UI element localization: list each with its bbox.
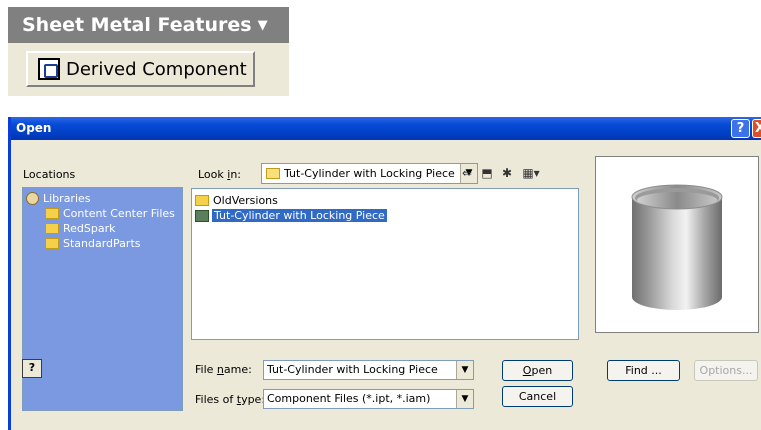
help-titlebar-button[interactable]: ?	[731, 119, 750, 138]
cancel-button[interactable]: Cancel	[502, 386, 573, 407]
help-button[interactable]: ?	[22, 359, 42, 378]
sheet-metal-panel-body: Derived Component	[8, 43, 289, 96]
folder-icon	[45, 208, 59, 219]
derived-component-button[interactable]: Derived Component	[26, 51, 255, 87]
folder-icon	[195, 195, 209, 206]
open-button[interactable]: Open	[502, 360, 573, 381]
files-of-type-label: Files of type:	[195, 393, 266, 406]
file-name-label: File name:	[195, 363, 252, 376]
folder-open-icon	[266, 168, 280, 179]
location-label: Libraries	[43, 192, 91, 205]
file-list[interactable]: OldVersions Tut-Cylinder with Locking Pi…	[191, 188, 579, 340]
location-content-center-files[interactable]: Content Center Files	[45, 207, 175, 220]
look-in-label: Look in:	[198, 168, 242, 181]
library-icon	[26, 192, 39, 205]
location-redspark[interactable]: RedSpark	[45, 222, 116, 235]
sheet-metal-features-header[interactable]: Sheet Metal Features ▼	[8, 7, 289, 43]
panel-title: Sheet Metal Features	[22, 14, 252, 36]
file-name-input[interactable]: Tut-Cylinder with Locking Piece	[263, 360, 474, 380]
preview-pane	[595, 156, 759, 333]
derived-component-icon	[38, 58, 60, 80]
close-button[interactable]: X	[752, 119, 761, 138]
look-in-dropdown[interactable]: Tut-Cylinder with Locking Piece ▼	[261, 163, 478, 184]
location-libraries[interactable]: Libraries	[26, 192, 91, 205]
find-button[interactable]: Find ...	[607, 360, 680, 381]
list-item[interactable]: Tut-Cylinder with Locking Piece	[195, 209, 387, 222]
view-menu-icon[interactable]: ▦▾	[520, 166, 542, 181]
derived-component-label: Derived Component	[66, 58, 247, 80]
locations-pane[interactable]: Libraries Content Center Files RedSpark …	[22, 187, 183, 411]
part-file-icon	[195, 209, 209, 222]
chevron-down-icon[interactable]: ▼	[456, 361, 473, 379]
dialog-title: Open	[16, 121, 52, 135]
file-name: OldVersions	[213, 194, 278, 207]
files-of-type-select[interactable]: Component Files (*.ipt, *.iam)	[263, 389, 474, 409]
back-arrow-icon[interactable]: ⇐	[459, 166, 475, 181]
location-label: RedSpark	[63, 222, 116, 235]
dropdown-arrow-icon: ▼	[257, 18, 268, 33]
open-dialog: Open ? X Locations Libraries Content Cen…	[8, 117, 761, 430]
up-folder-icon[interactable]: ⬒	[479, 166, 495, 181]
cylinder-preview-image	[631, 184, 723, 310]
folder-icon	[45, 238, 59, 249]
new-folder-icon[interactable]: ✱	[499, 166, 515, 181]
options-button[interactable]: Options...	[694, 360, 758, 381]
look-in-value: Tut-Cylinder with Locking Piece	[284, 167, 455, 180]
location-label: Content Center Files	[63, 207, 175, 220]
dialog-titlebar[interactable]: Open	[11, 117, 761, 140]
location-label: StandardParts	[63, 237, 141, 250]
folder-icon	[45, 223, 59, 234]
locations-label: Locations	[23, 168, 76, 181]
list-item[interactable]: OldVersions	[195, 194, 278, 207]
screenshot-stage: Sheet Metal Features ▼ Derived Component …	[0, 0, 761, 430]
chevron-down-icon[interactable]: ▼	[456, 390, 473, 408]
file-name: Tut-Cylinder with Locking Piece	[212, 209, 387, 222]
location-standardparts[interactable]: StandardParts	[45, 237, 141, 250]
